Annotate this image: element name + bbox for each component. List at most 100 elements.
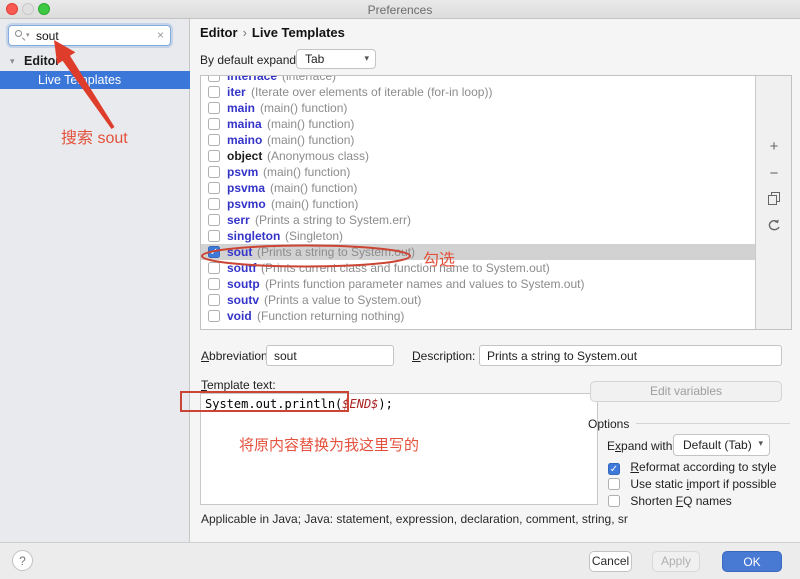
template-name: object [227,148,262,164]
description-value: Prints a string to System.out [487,349,637,363]
template-list-item[interactable]: (Anonymous class) object [201,148,756,164]
template-checkbox[interactable] [208,310,220,322]
duplicate-template-icon[interactable] [756,192,792,209]
template-checkbox[interactable] [208,102,220,114]
expand-with-label: Expand with [607,439,672,453]
template-list-item[interactable]: (Prints a value to System.out) soutv [201,292,756,308]
template-name: interface [227,76,277,84]
edit-variables-button[interactable]: Edit variables [590,381,782,402]
add-template-button[interactable]: + [756,138,792,155]
expand-with-select[interactable]: Default (Tab) ▾ [673,434,770,456]
search-input[interactable]: ▾ sout × [8,25,171,46]
template-description: (Prints a string to System.out) [257,244,415,260]
search-icon: ▾ [15,30,31,43]
template-checkbox[interactable] [208,150,220,162]
template-name: maina [227,116,262,132]
titlebar: Preferences [0,0,800,19]
help-button[interactable]: ? [12,550,33,571]
reformat-checkbox[interactable]: ✓ [608,463,620,475]
search-value: sout [36,29,59,43]
template-list-item[interactable]: (Prints a string to System.err) serr [201,212,756,228]
template-list-item[interactable]: ✓ (Prints a string to System.out) sout [201,244,756,260]
settings-sidebar: ▾ sout × ▾ Editor Live Templates [0,19,190,542]
template-checkbox[interactable] [208,294,220,306]
template-description: (Prints a string to System.err) [255,212,411,228]
abbreviation-value: sout [274,349,297,363]
template-list-item[interactable]: (Singleton) singleton [201,228,756,244]
template-name: sout [227,244,252,260]
remove-template-button[interactable]: − [756,165,792,182]
template-list-item[interactable]: (main() function) psvm [201,164,756,180]
template-description: (main() function) [267,116,354,132]
breadcrumb: Editor›Live Templates [200,25,345,40]
template-checkbox[interactable] [208,86,220,98]
template-checkbox[interactable]: ✓ [208,246,220,258]
ok-button[interactable]: OK [722,551,782,572]
sidebar-item-live-templates[interactable]: Live Templates [0,71,190,89]
chevron-down-icon: ▾ [364,53,369,64]
template-description: (Anonymous class) [267,148,369,164]
template-list-item[interactable]: (main() function) maina [201,116,756,132]
template-list-item[interactable]: (Iterate over elements of iterable (for-… [201,84,756,100]
template-checkbox[interactable] [208,182,220,194]
chevron-down-icon[interactable]: ▾ [10,52,15,70]
default-expand-select[interactable]: Tab ▾ [296,49,376,69]
template-checkbox[interactable] [208,198,220,210]
reformat-label: Reformat according to style [630,459,776,475]
template-list-item[interactable]: (Prints current class and function name … [201,260,756,276]
template-description: (Singleton) [285,228,343,244]
live-templates-scroll-area[interactable]: (interface) interface (Iterate over elem… [201,76,756,329]
apply-button[interactable]: Apply [652,551,700,572]
template-name: soutv [227,292,259,308]
template-description: (Iterate over elements of iterable (for-… [251,84,492,100]
cancel-button[interactable]: Cancel [589,551,632,572]
template-name: singleton [227,228,280,244]
template-checkbox[interactable] [208,166,220,178]
shorten-fq-checkbox[interactable] [608,495,620,507]
end-variable: $END$ [342,397,378,411]
template-checkbox[interactable] [208,134,220,146]
static-import-checkbox[interactable] [608,478,620,490]
template-list-item[interactable]: (Function returning nothing) void [201,308,756,324]
description-label: Description: [412,349,475,363]
footer-bar: ? Cancel Apply OK [0,542,800,579]
template-checkbox[interactable] [208,118,220,130]
template-code: System.out.println($END$); [205,397,393,411]
template-list-item[interactable]: (main() function) main [201,100,756,116]
template-name: serr [227,212,250,228]
static-import-checkbox-row[interactable]: Use static import if possible [608,476,776,492]
options-title: Options [588,417,629,431]
description-input[interactable]: Prints a string to System.out [479,345,782,366]
template-list-item[interactable]: (main() function) psvmo [201,196,756,212]
chevron-down-icon: ▾ [758,438,763,449]
breadcrumb-editor[interactable]: Editor [200,25,238,40]
breadcrumb-separator: › [243,25,247,40]
list-toolbar: + − [755,76,791,329]
template-checkbox[interactable] [208,278,220,290]
template-name: soutp [227,276,260,292]
template-name: psvmo [227,196,266,212]
template-list-item[interactable]: (interface) interface [201,76,756,84]
template-text-editor[interactable]: System.out.println($END$); [200,393,598,505]
template-name: psvm [227,164,258,180]
template-checkbox[interactable] [208,262,220,274]
template-description: (main() function) [267,132,354,148]
reformat-checkbox-row[interactable]: ✓ Reformat according to style [608,459,776,475]
abbreviation-input[interactable]: sout [266,345,394,366]
template-name: psvma [227,180,265,196]
default-expand-value: Tab [305,52,324,66]
shorten-fq-checkbox-row[interactable]: Shorten FQ names [608,493,732,509]
template-list-item[interactable]: (main() function) psvma [201,180,756,196]
template-description: (Prints function parameter names and val… [265,276,584,292]
template-checkbox[interactable] [208,214,220,226]
template-name: maino [227,132,262,148]
template-checkbox[interactable] [208,230,220,242]
clear-search-icon[interactable]: × [157,28,164,42]
template-list-item[interactable]: (main() function) maino [201,132,756,148]
template-list-item[interactable]: (Prints function parameter names and val… [201,276,756,292]
template-checkbox[interactable] [208,76,220,82]
template-description: (main() function) [263,164,350,180]
sidebar-item-editor[interactable]: ▾ Editor [0,52,190,70]
template-description: (Prints a value to System.out) [264,292,421,308]
revert-icon[interactable] [756,219,792,236]
